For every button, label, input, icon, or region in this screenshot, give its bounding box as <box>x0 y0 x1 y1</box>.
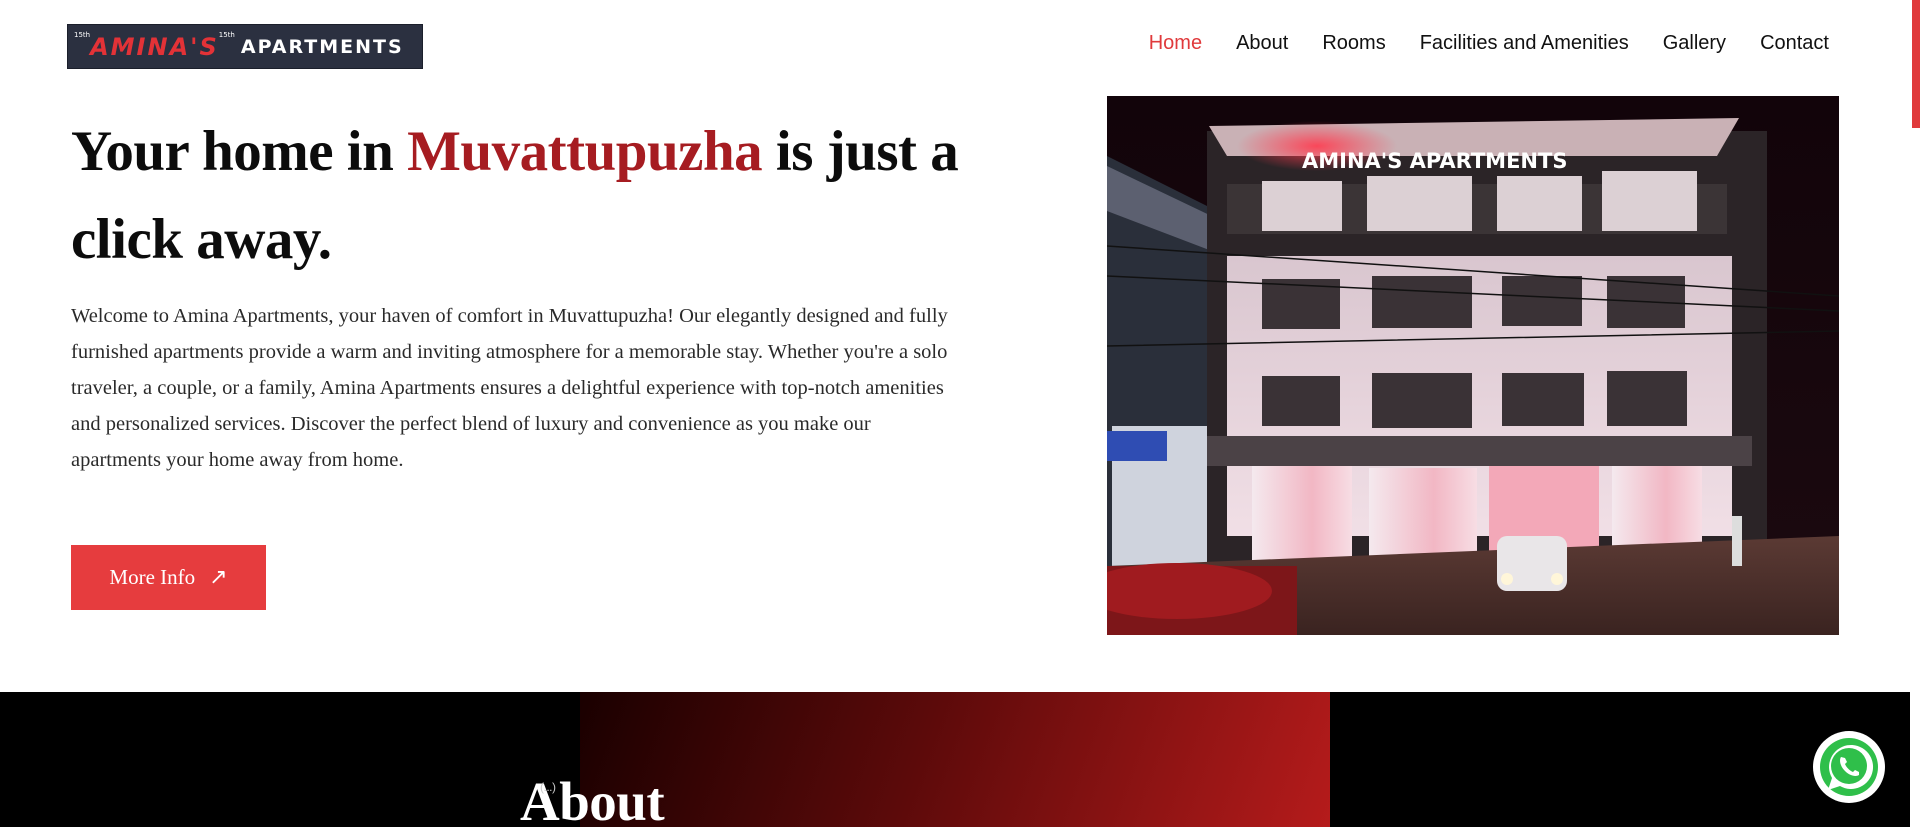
main-nav: Home About Rooms Facilities and Amenitie… <box>1149 32 1829 55</box>
about-title: About (...) <box>520 770 665 827</box>
building-sign: AMINA'S APARTMENTS <box>1302 149 1567 173</box>
hero-title-highlight: Muvattupuzha <box>407 120 763 183</box>
whatsapp-button[interactable] <box>1815 733 1883 801</box>
nav-facilities[interactable]: Facilities and Amenities <box>1420 32 1629 55</box>
site-header: 15th AMINA'S 15th APARTMENTS Home About … <box>0 0 1920 90</box>
hero-title: Your home in Muvattupuzha is just a clic… <box>71 108 971 284</box>
arrow-up-right-icon: ↗ <box>209 565 228 590</box>
logo-word-aminas: AMINA'S <box>90 32 219 61</box>
more-info-label: More Info <box>109 565 196 589</box>
about-tag: (...) <box>540 780 556 794</box>
about-section: About (...) <box>0 692 1910 827</box>
nav-about[interactable]: About <box>1236 32 1288 55</box>
whatsapp-icon <box>1820 738 1878 796</box>
site-logo[interactable]: 15th AMINA'S 15th APARTMENTS <box>67 24 423 69</box>
logo-word-apartments: APARTMENTS <box>240 35 404 58</box>
more-info-button[interactable]: More Info ↗ <box>71 545 266 610</box>
nav-rooms[interactable]: Rooms <box>1322 32 1385 55</box>
building-photo: AMINA'S APARTMENTS <box>1107 96 1839 635</box>
hero-description: Welcome to Amina Apartments, your haven … <box>71 305 948 471</box>
logo-mark-2: 15th <box>218 31 235 39</box>
nav-contact[interactable]: Contact <box>1760 32 1829 55</box>
logo-mark: 15th <box>74 31 91 39</box>
hero-title-before: Your home in <box>71 120 408 183</box>
about-gradient-panel <box>580 692 1330 827</box>
nav-home[interactable]: Home <box>1149 32 1202 55</box>
nav-gallery[interactable]: Gallery <box>1663 32 1726 55</box>
scroll-progress-bar <box>1912 0 1920 128</box>
